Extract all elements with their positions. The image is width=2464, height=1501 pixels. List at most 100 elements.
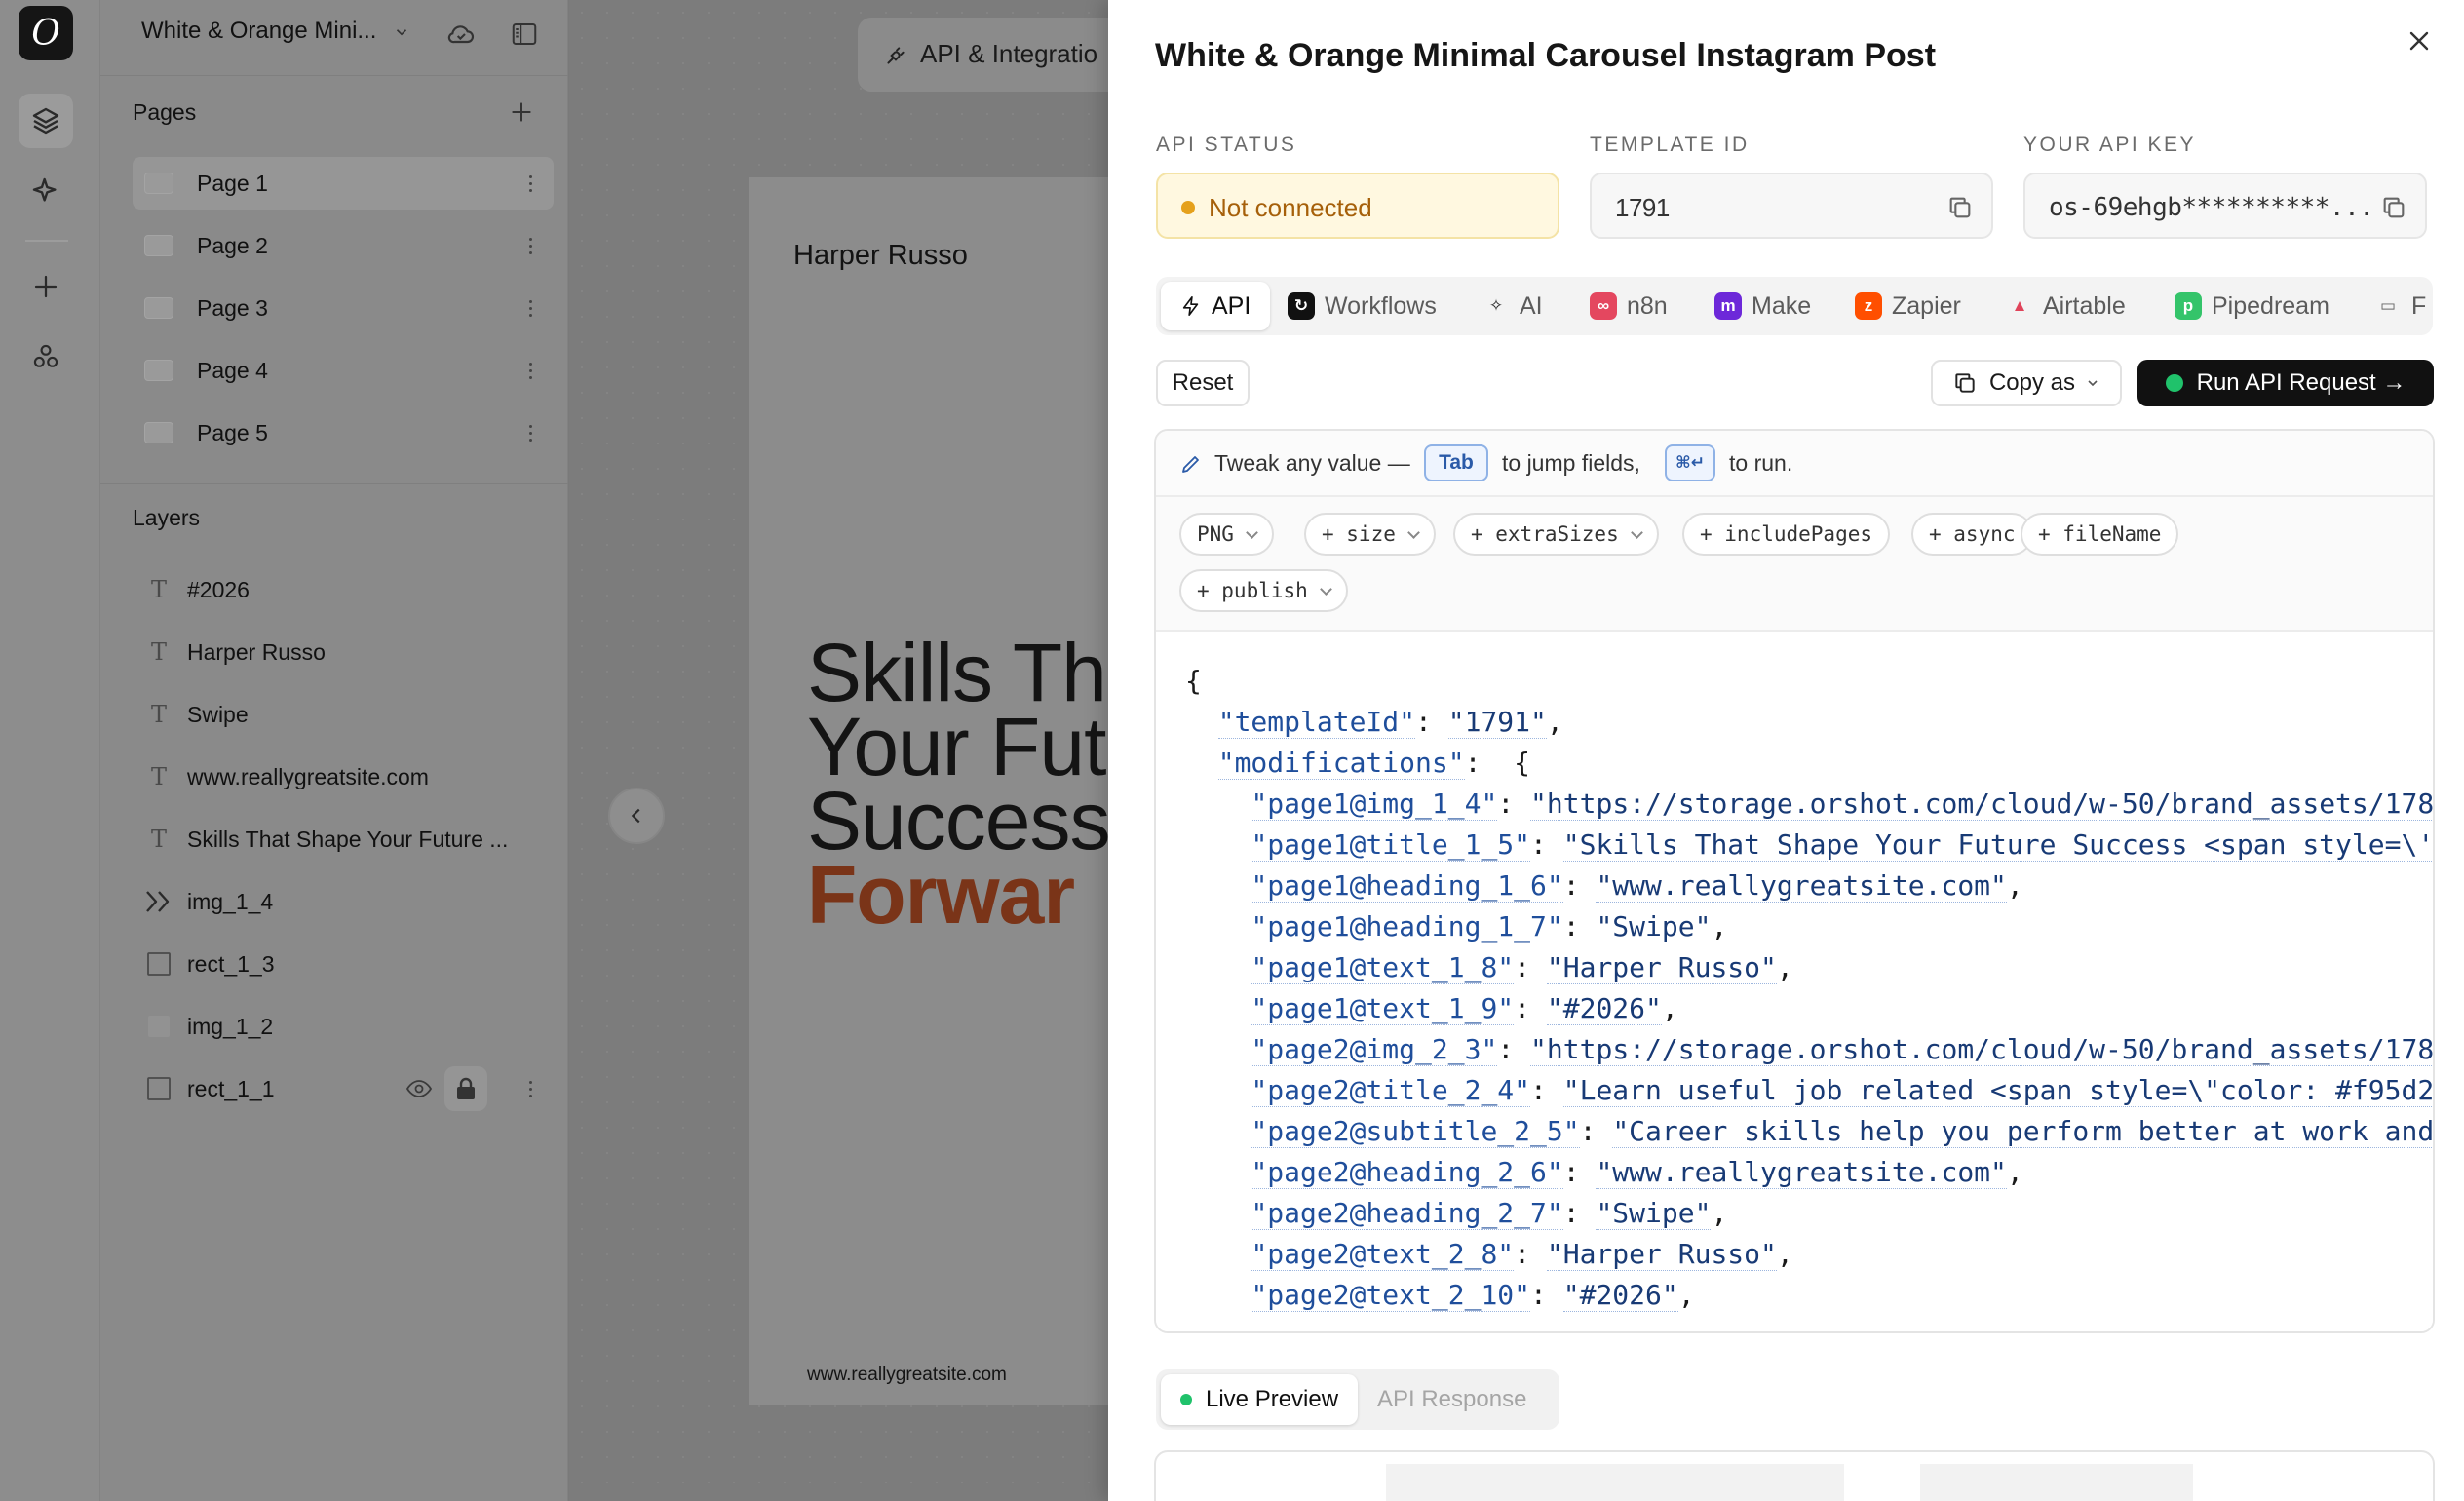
json-value[interactable]: "https://storage.orshot.com/cloud/w-50/b… (1530, 788, 2433, 821)
app-logo[interactable]: O (19, 6, 73, 60)
tab-airtable[interactable]: ▲ Airtable (2006, 282, 2126, 330)
template-id-field[interactable]: 1791 (1590, 173, 1993, 239)
json-value[interactable]: "1791" (1447, 706, 1547, 739)
layers-icon[interactable] (19, 94, 73, 148)
tab-workflows[interactable]: ↻ Workflows (1288, 282, 1437, 330)
layer-label: rect_1_3 (187, 951, 275, 977)
include-pages-chip[interactable]: + includePages (1682, 513, 1891, 556)
layer-label: Skills That Shape Your Future ... (187, 827, 509, 852)
document-title[interactable]: White & Orange Mini... (141, 18, 410, 45)
pages-layers-panel: White & Orange Mini... Pages Page 1 Page… (100, 0, 568, 1501)
artboard-title-line: Your Fut (807, 701, 1106, 792)
json-value[interactable]: "#2026" (1546, 992, 1662, 1025)
file-name-chip[interactable]: + fileName (2021, 513, 2179, 556)
layer-label: #2026 (187, 577, 250, 602)
async-chip[interactable]: + async (1911, 513, 2033, 556)
json-value[interactable]: "Skills That Shape Your Future Success <… (1562, 828, 2433, 862)
json-value[interactable]: "Swipe" (1596, 910, 1712, 943)
close-button[interactable] (2400, 21, 2439, 60)
layer-item[interactable]: rect_1_1 (133, 1062, 554, 1115)
api-key-field[interactable]: os-69ehgb**********... (2023, 173, 2427, 239)
image-icon (144, 1012, 173, 1041)
tab-ai[interactable]: ✧ AI (1482, 282, 1543, 330)
more-options-icon[interactable] (524, 231, 536, 260)
plug-icon (887, 47, 905, 64)
eye-icon[interactable] (404, 1074, 435, 1103)
lock-icon[interactable] (444, 1066, 487, 1111)
layer-item[interactable]: T www.reallygreatsite.com (133, 750, 554, 803)
json-key: "page2@heading_2_7" (1251, 1197, 1563, 1230)
artboard-title-line: Success (807, 775, 1110, 866)
add-page-icon[interactable] (505, 96, 538, 129)
code-line: "templateId": "1791", (1217, 706, 1563, 739)
extra-sizes-chip[interactable]: + extraSizes (1453, 513, 1659, 556)
page-label: Page 3 (197, 295, 268, 321)
copy-icon[interactable] (2380, 194, 2407, 221)
copy-as-button[interactable]: Copy as (1931, 360, 2122, 406)
page-item-4[interactable]: Page 4 (133, 344, 554, 397)
page-item-5[interactable]: Page 5 (133, 406, 554, 459)
rail-divider (25, 240, 68, 242)
shapes-icon[interactable] (19, 329, 73, 384)
code-line: "modifications": { (1217, 747, 1531, 780)
page-item-3[interactable]: Page 3 (133, 282, 554, 334)
chip-label: + extraSizes (1471, 522, 1619, 546)
cloud-sync-icon[interactable] (444, 18, 478, 51)
tab-n8n[interactable]: ∞ n8n (1590, 282, 1668, 330)
json-value[interactable]: "Harper Russo" (1546, 1238, 1777, 1271)
more-options-icon[interactable] (524, 356, 536, 385)
more-options-icon[interactable] (524, 418, 536, 447)
add-icon[interactable] (19, 259, 73, 314)
json-value[interactable]: "Swipe" (1596, 1197, 1712, 1230)
reset-button[interactable]: Reset (1156, 360, 1250, 406)
json-value[interactable]: "https://storage.orshot.com/cloud/w-50/b… (1530, 1033, 2433, 1066)
layer-item[interactable]: T #2026 (133, 563, 554, 616)
design-canvas[interactable]: API & Integratio Harper Russo Skills Th … (569, 0, 1170, 1501)
sidebar-toggle-icon[interactable] (508, 18, 541, 51)
airtable-logo-icon: ▲ (2011, 296, 2028, 315)
live-dot (1180, 1394, 1192, 1405)
layer-item[interactable]: T Harper Russo (133, 626, 554, 678)
format-chip[interactable]: PNG (1179, 513, 1274, 556)
layer-item[interactable]: T Skills That Shape Your Future ... (133, 813, 554, 866)
pages-section-title: Pages (133, 99, 197, 125)
json-key: "page2@text_2_10" (1251, 1279, 1531, 1312)
run-api-request-button[interactable]: Run API Request → (2137, 360, 2434, 406)
json-value[interactable]: "www.reallygreatsite.com" (1596, 869, 2007, 903)
more-options-icon[interactable] (524, 293, 536, 323)
page-item-1[interactable]: Page 1 (133, 157, 554, 210)
layer-item[interactable]: T Swipe (133, 688, 554, 741)
code-brace: { (1185, 665, 1202, 697)
json-value[interactable]: "#2026" (1562, 1279, 1678, 1312)
previous-page-button[interactable] (608, 788, 665, 844)
tab-zapier[interactable]: z Zapier (1855, 282, 1961, 330)
code-line: "page2@heading_2_6": "www.reallygreatsit… (1251, 1156, 2023, 1189)
layer-item[interactable]: img_1_2 (133, 1000, 554, 1053)
more-options-icon[interactable] (524, 169, 536, 198)
ai-sparkle-icon[interactable] (19, 164, 73, 218)
tab-pipedream[interactable]: p Pipedream (2175, 282, 2329, 330)
copy-icon[interactable] (1946, 194, 1974, 221)
tab-live-preview[interactable]: Live Preview (1161, 1374, 1359, 1425)
json-code-editor[interactable]: { "templateId": "1791", "modifications":… (1156, 632, 2433, 1331)
tab-make[interactable]: m Make (1714, 282, 1811, 330)
json-value[interactable]: "www.reallygreatsite.com" (1596, 1156, 2007, 1189)
page-item-2[interactable]: Page 2 (133, 219, 554, 272)
json-value[interactable]: "Learn useful job related <span style=\"… (1562, 1074, 2433, 1107)
more-options-icon[interactable] (524, 1074, 536, 1103)
artboard-author: Harper Russo (793, 240, 968, 271)
json-value[interactable]: "Career skills help you perform better a… (1612, 1115, 2433, 1148)
code-line: "page1@title_1_5": "Skills That Shape Yo… (1251, 828, 2433, 862)
tab-api[interactable]: API (1161, 282, 1271, 330)
size-chip[interactable]: + size (1304, 513, 1436, 556)
json-value[interactable]: "Harper Russo" (1546, 951, 1777, 984)
tab-api-response[interactable]: API Response (1377, 1374, 1526, 1425)
layer-item[interactable]: rect_1_3 (133, 938, 554, 990)
publish-chip[interactable]: + publish (1179, 569, 1348, 612)
layer-item[interactable]: img_1_4 (133, 875, 554, 928)
code-line: "page2@title_2_4": "Learn useful job rel… (1251, 1074, 2433, 1107)
code-line: "page1@img_1_4": "https://storage.orshot… (1251, 788, 2433, 821)
artboard[interactable]: Harper Russo Skills Th Your Fut Success … (749, 177, 1138, 1405)
chevron-down-icon (1319, 582, 1332, 596)
tab-more[interactable]: ▭ F (2374, 282, 2426, 330)
